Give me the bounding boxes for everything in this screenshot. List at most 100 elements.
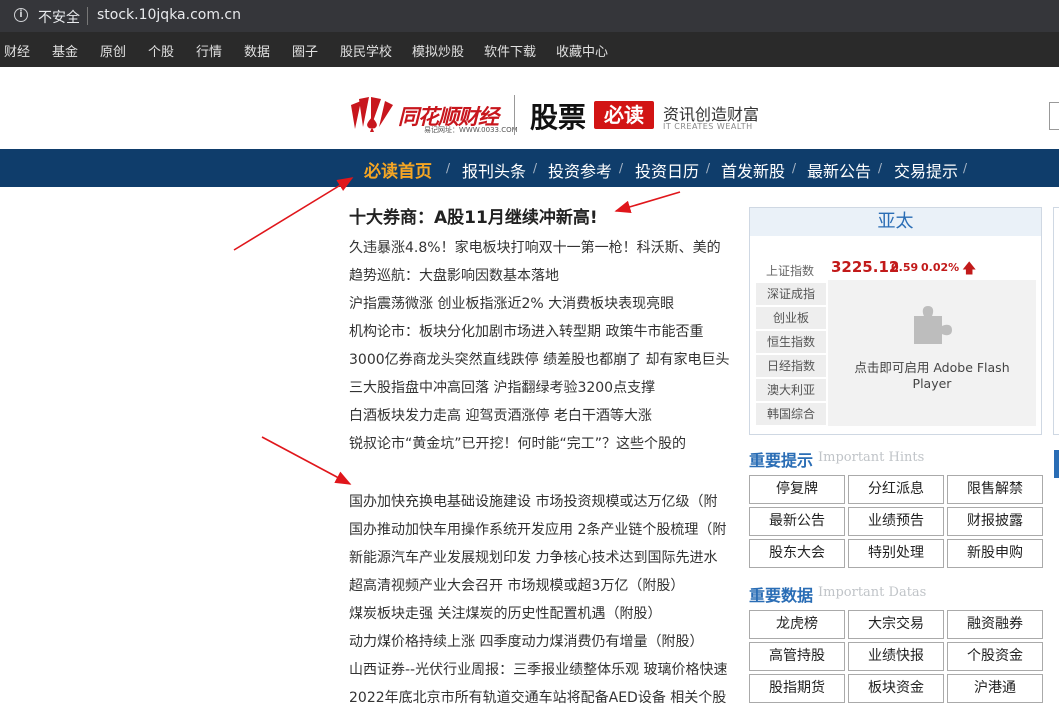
site-top-links: 财经 基金 原创 个股 行情 数据 圈子 股民学校 模拟炒股 软件下载 收藏中心 [0,32,1059,67]
nav-item[interactable]: 投资参考 [548,158,612,182]
top-link[interactable]: 个股 [148,41,174,60]
hint-button[interactable]: 股东大会 [749,539,845,568]
logo-url-text: 易记网址：WWW.0033.COM [424,126,518,134]
data-button[interactable]: 高管持股 [749,642,845,671]
index-tab[interactable]: 日经指数 [756,355,826,377]
hint-button[interactable]: 业绩预告 [848,507,944,536]
index-value: 3225.12 [831,258,900,276]
hint-button[interactable]: 最新公告 [749,507,845,536]
data-button[interactable]: 个股资金 [947,642,1043,671]
flash-message-line2: Player [912,376,952,391]
news-link[interactable]: 国办加快充换电基础设施建设 市场投资规模或达万亿级（附 [349,491,731,511]
data-button[interactable]: 融资融券 [947,610,1043,639]
data-button[interactable]: 业绩快报 [848,642,944,671]
nav-separator: / [619,161,624,175]
hint-button[interactable]: 分红派息 [848,475,944,504]
data-button[interactable]: 龙虎榜 [749,610,845,639]
top-link[interactable]: 收藏中心 [556,41,608,60]
top-link[interactable]: 财经 [4,41,30,60]
news-link[interactable]: 超高清视频产业大会召开 市场规模或超3万亿（附股） [349,575,731,595]
top-link[interactable]: 原创 [100,41,126,60]
hints-title-en: Important Hints [818,450,925,465]
index-tab[interactable]: 创业板 [756,307,826,329]
divider [514,95,515,135]
top-link[interactable]: 软件下载 [484,41,536,60]
news-link[interactable]: 新能源汽车产业发展规划印发 力争核心技术达到国际先进水 [349,547,731,567]
news-link[interactable]: 煤炭板块走强 关注煤炭的历史性配置机遇（附股） [349,603,731,623]
nav-separator: / [878,161,883,175]
nav-item-home[interactable]: 必读首页 [364,157,432,182]
data-button[interactable]: 沪港通 [947,674,1043,703]
up-arrow-icon: 🡅 [962,261,977,277]
news-link[interactable]: 三大股指盘中冲高回落 沪指翻绿考验3200点支撑 [349,377,731,397]
bidu-badge: 必读 [594,101,654,129]
top-link[interactable]: 基金 [52,41,78,60]
url-text[interactable]: stock.10jqka.com.cn [97,7,241,23]
annotation-arrow [233,177,354,251]
top-link[interactable]: 行情 [196,41,222,60]
header-search-box[interactable] [1049,102,1059,130]
data-button[interactable]: 大宗交易 [848,610,944,639]
side-tab-edge[interactable] [1054,450,1059,478]
nav-item[interactable]: 投资日历 [635,158,699,182]
hint-button[interactable]: 限售解禁 [947,475,1043,504]
index-tab[interactable]: 澳大利亚 [756,379,826,401]
logo-fan-icon[interactable] [349,95,395,133]
news-link[interactable]: 2022年底北京市所有轨道交通车站将配备AED设备 相关个股 [349,687,731,707]
index-tab[interactable]: 韩国综合 [756,403,826,425]
news-link[interactable]: 3000亿券商龙头突然直线跌停 绩差股也都崩了 却有家电巨头 [349,349,731,369]
nav-separator: / [963,161,968,175]
news-link[interactable]: 锐叔论市“黄金坑”已开挖！何时能“完工”？这些个股的 [349,433,731,453]
data-button[interactable]: 股指期货 [749,674,845,703]
plugin-puzzle-icon [914,306,952,344]
nav-item[interactable]: 最新公告 [807,158,871,182]
annotation-arrow [261,436,352,485]
flash-placeholder[interactable]: 点击即可启用 Adobe Flash Player [828,280,1036,426]
index-percent: 0.02% [921,261,960,274]
flash-message-line1: 点击即可启用 Adobe Flash [854,360,1010,375]
news-link[interactable]: 国办推动加快车用操作系统开发应用 2条产业链个股梳理（附 [349,519,731,539]
hints-title: 重要提示 [749,451,814,470]
nav-separator: / [792,161,797,175]
market-panel-title[interactable]: 亚太 [750,208,1041,236]
top-link[interactable]: 模拟炒股 [412,41,464,60]
nav-separator: / [706,161,711,175]
slogan-en: IT CREATES WEALTH [663,122,753,131]
news-link[interactable]: 动力煤价格持续上涨 四季度动力煤消费仍有增量（附股） [349,631,731,651]
index-change: 0.59 [891,261,919,274]
nav-separator: / [446,161,451,175]
info-icon[interactable]: i [14,8,28,22]
nav-item[interactable]: 首发新股 [721,158,785,182]
news-link[interactable]: 白酒板块发力走高 迎驾贡酒涨停 老白干酒等大涨 [349,405,731,425]
index-label[interactable]: 上证指数 [766,262,814,279]
main-nav: 必读首页 / 报刊头条 / 投资参考 / 投资日历 / 首发新股 / 最新公告 … [0,149,1059,187]
data-button[interactable]: 板块资金 [848,674,944,703]
divider [87,7,88,25]
browser-address-bar[interactable]: i 不安全 stock.10jqka.com.cn [0,0,1059,32]
hint-button[interactable]: 新股申购 [947,539,1043,568]
index-tab[interactable]: 恒生指数 [756,331,826,353]
nav-item[interactable]: 报刊头条 [462,158,526,182]
top-link[interactable]: 圈子 [292,41,318,60]
datas-title: 重要数据 [749,586,814,605]
news-link[interactable]: 机构论市：板块分化加剧市场进入转型期 政策牛市能否重 [349,321,731,341]
datas-title-en: Important Datas [818,585,927,600]
headline-link[interactable]: 十大券商：A股11月继续冲新高! [349,203,598,228]
top-link[interactable]: 数据 [244,41,270,60]
hint-button[interactable]: 特别处理 [848,539,944,568]
hint-button[interactable]: 财报披露 [947,507,1043,536]
hint-button[interactable]: 停复牌 [749,475,845,504]
news-link[interactable]: 久违暴涨4.8%！家电板块打响双十一第一枪！科沃斯、美的 [349,237,731,257]
index-tab[interactable]: 深证成指 [756,283,826,305]
security-label: 不安全 [38,10,80,26]
site-header: 同花顺财经 易记网址：WWW.0033.COM 股票 必读 资讯创造财富 IT … [0,67,1059,149]
nav-item[interactable]: 交易提示 [894,158,958,182]
news-link[interactable]: 沪指震荡微涨 创业板指涨近2% 大消费板块表现亮眼 [349,293,731,313]
top-link[interactable]: 股民学校 [340,41,392,60]
nav-separator: / [533,161,538,175]
flash-message: 点击即可启用 Adobe Flash Player [828,360,1036,392]
side-panel-edge [1053,207,1059,435]
section-title: 股票 [530,101,587,134]
news-link[interactable]: 山西证券--光伏行业周报：三季报业绩整体乐观 玻璃价格快速 [349,659,731,679]
news-link[interactable]: 趋势巡航：大盘影响因数基本落地 [349,265,731,285]
